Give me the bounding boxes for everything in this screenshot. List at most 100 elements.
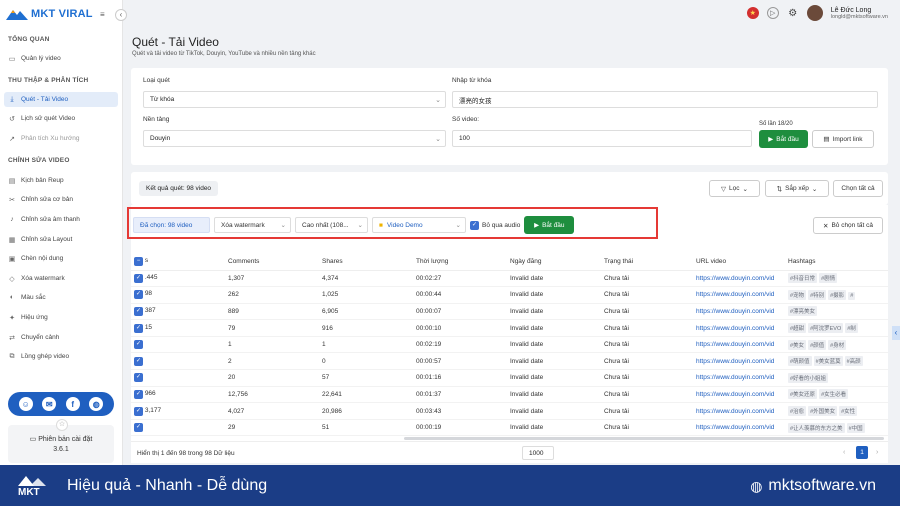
table-row[interactable]: ✓ .445 1,307 4,374 00:02:27 Invalid date Chưa… xyxy=(131,270,888,288)
sidebar-item-transition[interactable]: ⇄ Chuyển cảnh xyxy=(4,330,118,345)
next-page-icon[interactable]: › xyxy=(876,449,878,456)
count-label: Số video: xyxy=(452,116,480,123)
page-size-select[interactable]: 1000 xyxy=(522,446,554,460)
col-header-url[interactable]: URL video xyxy=(693,253,785,271)
sidebar-item-merge-video[interactable]: ⧉ Lồng ghép video xyxy=(4,349,118,364)
settings-gear-icon[interactable]: ⚙ xyxy=(787,7,799,19)
cell-url[interactable]: https://www.douyin.com/vid xyxy=(693,303,785,321)
hashtag: #女生必看 xyxy=(819,389,849,400)
sidebar-item-audio-edit[interactable]: ♪ Chỉnh sửa âm thanh xyxy=(4,212,118,227)
scan-type-select[interactable]: Từ khóa ⌄ xyxy=(143,91,446,108)
row-checkbox[interactable]: ✓ xyxy=(134,373,143,383)
sidebar-item-basic-edit[interactable]: ✂ Chỉnh sửa cơ bản xyxy=(4,192,118,207)
avatar[interactable] xyxy=(806,5,823,21)
table-row[interactable]: ✓ 20 57 00:01:16 Invalid date Chưa tải https:… xyxy=(131,369,888,387)
row-checkbox[interactable]: ✓ xyxy=(134,389,143,399)
cell-s[interactable]: ✓ .445 xyxy=(131,270,225,288)
support-icon[interactable]: ☺ xyxy=(18,397,33,411)
platform-select[interactable]: Douyin ⌄ xyxy=(143,130,446,147)
cell-url[interactable]: https://www.douyin.com/vid xyxy=(693,369,785,387)
collapse-sidebar-icon[interactable]: ‹ xyxy=(115,9,127,21)
table-row[interactable]: ✓ 387 889 6,905 00:00:07 Invalid date Chưa tả… xyxy=(131,303,888,321)
sidebar-item-layout-edit[interactable]: ▦ Chỉnh sửa Layout xyxy=(4,232,118,247)
col-header-date[interactable]: Ngày đăng xyxy=(507,253,601,271)
row-checkbox[interactable]: ✓ xyxy=(134,273,143,283)
cell-url[interactable]: https://www.douyin.com/vid xyxy=(693,386,785,404)
col-header-comments[interactable]: Comments xyxy=(225,253,319,271)
row-checkbox[interactable]: ✓ xyxy=(134,423,143,433)
website[interactable]: ◍ mktsoftware.vn xyxy=(750,477,876,495)
chevron-down-icon: ⌄ xyxy=(742,185,748,193)
hashtag: #超甜 xyxy=(788,323,807,334)
cell-url[interactable]: https://www.douyin.com/vid xyxy=(693,319,785,337)
cell-shares: 22,641 xyxy=(319,386,413,404)
globe-icon[interactable]: ◍ xyxy=(89,397,104,411)
sidebar-item-scan-download[interactable]: ⤓ Quét - Tải Video xyxy=(4,92,118,107)
row-checkbox[interactable]: ✓ xyxy=(134,356,143,366)
cell-url[interactable]: https://www.douyin.com/vid xyxy=(693,402,785,420)
cell-s[interactable]: ✓ 3,177 xyxy=(131,402,225,420)
cell-s[interactable]: ✓ xyxy=(131,369,225,387)
col-header-status[interactable]: Trạng thái xyxy=(601,253,693,271)
cell-s[interactable]: ✓ xyxy=(131,352,225,371)
language-flag-icon[interactable]: ★ xyxy=(746,7,759,19)
sidebar-item-color[interactable]: ◐ Màu sắc xyxy=(4,290,118,305)
section-overview: TỔNG QUAN xyxy=(8,36,50,43)
cell-s[interactable]: ✓ 15 xyxy=(131,319,225,337)
brand-logo[interactable]: MKT VIRAL xyxy=(6,6,93,22)
select-all-button[interactable]: Chọn tất cả xyxy=(833,180,883,197)
cell-url[interactable]: https://www.douyin.com/vid xyxy=(693,419,785,437)
horizontal-scrollbar[interactable] xyxy=(404,437,884,440)
cell-duration: 00:00:07 xyxy=(413,303,507,321)
row-checkbox[interactable]: ✓ xyxy=(134,306,143,316)
row-checkbox[interactable]: ✓ xyxy=(134,340,143,350)
hashtag: #美女 xyxy=(788,339,807,350)
sidebar-item-reup-script[interactable]: ▤ Kịch bản Reup xyxy=(4,173,118,188)
sidebar-item-video-manager[interactable]: ▭ Quản lý video xyxy=(4,51,118,66)
table-row[interactable]: ✓ 966 12,756 22,641 00:01:37 Invalid date Chư… xyxy=(131,386,888,404)
table-row[interactable]: ✓ 15 79 916 00:00:10 Invalid date Chưa tải htt… xyxy=(131,319,888,337)
keyword-input[interactable]: 漂亮的女孩 xyxy=(452,91,878,108)
row-checkbox[interactable]: ✓ xyxy=(134,290,143,300)
cell-url[interactable]: https://www.douyin.com/vid xyxy=(693,270,785,288)
import-link-button[interactable]: ▤ Import link xyxy=(812,130,874,148)
row-checkbox[interactable]: ✓ xyxy=(134,323,143,333)
page-1-button[interactable]: 1 xyxy=(856,446,868,459)
play-icon[interactable]: ▷ xyxy=(766,7,779,19)
table-row[interactable]: ✓ 3,177 4,027 20,986 00:03:43 Invalid date Ch… xyxy=(131,402,888,420)
panel-toggle-icon[interactable]: ‹ xyxy=(892,326,900,340)
filter-button[interactable]: ▽ Lọc ⌄ xyxy=(709,180,760,197)
cell-url[interactable]: https://www.douyin.com/vid xyxy=(693,336,785,354)
cell-s[interactable]: ✓ 98 xyxy=(131,286,225,304)
cell-url[interactable]: https://www.douyin.com/vid xyxy=(693,286,785,304)
select-all-checkbox[interactable]: − xyxy=(134,256,143,266)
table-row[interactable]: ✓ 29 51 00:00:19 Invalid date Chưa tải https:… xyxy=(131,419,888,437)
sidebar-item-trend-analysis[interactable]: ↗ Phân tích Xu hướng xyxy=(4,131,118,146)
sort-button[interactable]: ⇅ Sắp xếp ⌄ xyxy=(765,180,829,197)
facebook-icon[interactable]: f xyxy=(65,397,80,411)
sidebar-item-scan-history[interactable]: ↺ Lịch sử quét Video xyxy=(4,111,118,126)
start-scan-button[interactable]: ▶ Bắt đầu xyxy=(759,130,808,148)
col-header-hashtags[interactable]: Hashtags xyxy=(785,253,888,271)
col-header-shares[interactable]: Shares xyxy=(319,253,413,271)
sidebar-item-insert-content[interactable]: ▣ Chèn nội dung xyxy=(4,251,118,266)
cell-s[interactable]: ✓ 966 xyxy=(131,386,225,404)
col-header-s[interactable]: − s xyxy=(131,253,225,271)
table-row[interactable]: ✓ 1 1 00:02:19 Invalid date Chưa tải https://… xyxy=(131,336,888,354)
col-header-duration[interactable]: Thời lượng xyxy=(413,253,507,271)
cell-s[interactable]: ✓ 387 xyxy=(131,303,225,321)
cell-s[interactable]: ✓ xyxy=(131,336,225,354)
messenger-icon[interactable]: ✉ xyxy=(42,397,57,411)
count-input[interactable]: 100 xyxy=(452,130,752,147)
menu-icon[interactable]: ≡ xyxy=(100,10,105,19)
table-row[interactable]: ✓ 98 262 1,025 00:00:44 Invalid date Chưa tải… xyxy=(131,286,888,304)
deselect-all-button[interactable]: ✕ Bỏ chọn tất cả xyxy=(813,217,883,234)
user-info[interactable]: Lê Đức Long longld@mktsoftware.vn xyxy=(831,7,888,20)
sidebar-item-effects[interactable]: ✦ Hiệu ứng xyxy=(4,310,118,325)
prev-page-icon[interactable]: ‹ xyxy=(843,449,845,456)
table-row[interactable]: ✓ 2 0 00:00:57 Invalid date Chưa tải https://… xyxy=(131,352,888,371)
sidebar-item-remove-watermark[interactable]: ◇ Xóa watermark xyxy=(4,271,118,286)
row-checkbox[interactable]: ✓ xyxy=(134,406,143,416)
cell-s[interactable]: ✓ xyxy=(131,419,225,437)
cell-url[interactable]: https://www.douyin.com/vid xyxy=(693,352,785,371)
